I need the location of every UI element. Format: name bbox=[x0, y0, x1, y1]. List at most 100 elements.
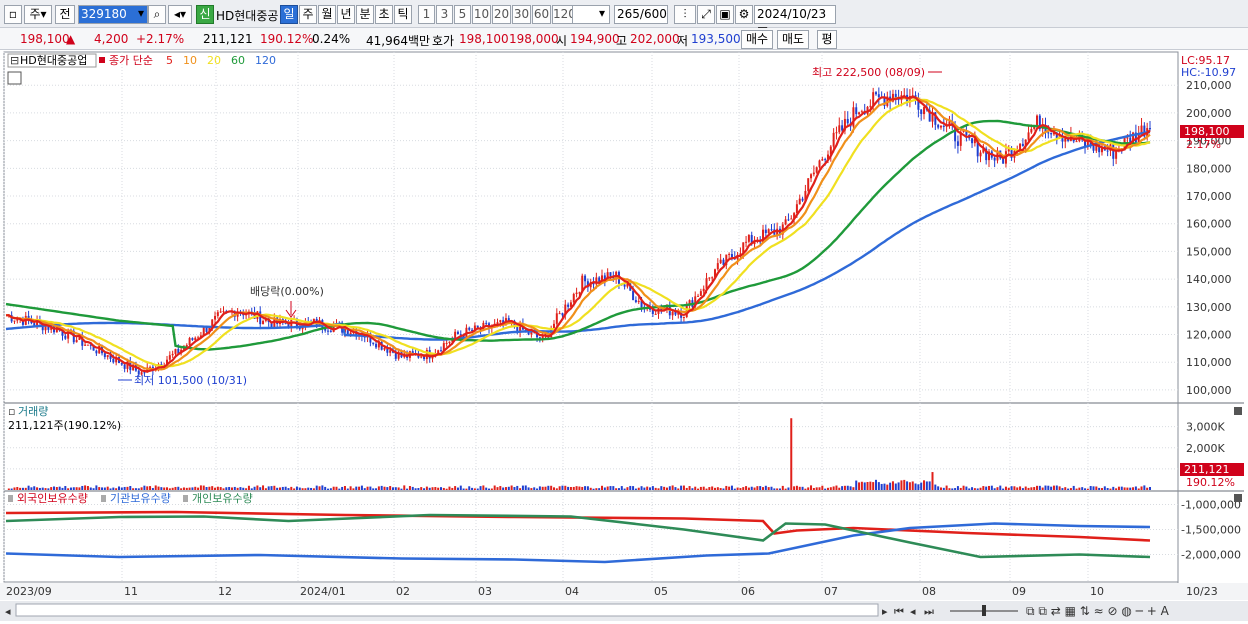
candle-body bbox=[1092, 146, 1095, 151]
candle-body bbox=[699, 291, 702, 296]
volume-bar bbox=[13, 487, 16, 490]
interval-button-20[interactable]: 20 bbox=[492, 5, 511, 24]
count-total: /600 bbox=[639, 7, 667, 21]
interval-button-1[interactable]: 1 bbox=[418, 5, 435, 24]
volume-bar bbox=[89, 487, 92, 490]
volume-bar bbox=[688, 486, 691, 490]
buy-button[interactable]: 매수 bbox=[741, 30, 773, 49]
candle-body bbox=[188, 338, 191, 346]
speaker-icon[interactable]: ◂▾ bbox=[168, 5, 192, 24]
interval-button-120[interactable]: 120 bbox=[552, 5, 576, 24]
volume-bar bbox=[634, 488, 637, 490]
holding-legend-0: 외국인보유수량 bbox=[17, 492, 88, 505]
period-button-6[interactable]: 틱 bbox=[394, 5, 412, 24]
period-button-5[interactable]: 초 bbox=[375, 5, 393, 24]
volume-bar bbox=[702, 486, 705, 490]
save-icon[interactable]: ▣ bbox=[716, 5, 734, 24]
period-button-4[interactable]: 분 bbox=[356, 5, 374, 24]
sell-button[interactable]: 매도 bbox=[777, 30, 809, 49]
volume-bar bbox=[81, 485, 84, 490]
candle-body bbox=[1030, 128, 1033, 133]
eval-button[interactable]: 평 bbox=[817, 30, 837, 49]
volume-bar bbox=[877, 482, 880, 490]
settings-icon[interactable]: ⚙ bbox=[735, 5, 753, 24]
volume-bar bbox=[979, 487, 982, 490]
volume-bar bbox=[197, 487, 200, 490]
volume-bar bbox=[1106, 488, 1109, 490]
stock-chart[interactable]: 210,000200,000190,000180,000170,000160,0… bbox=[0, 51, 1248, 621]
volume-bar bbox=[423, 488, 426, 490]
volume-bar bbox=[764, 485, 767, 490]
volume-bar bbox=[1134, 486, 1137, 490]
high-value: 202,000 bbox=[630, 32, 680, 46]
volume-bar bbox=[982, 486, 985, 490]
window-icon[interactable]: ▫ bbox=[4, 5, 22, 24]
candle-body bbox=[575, 292, 578, 294]
volume-bar bbox=[456, 487, 459, 490]
period-button-2[interactable]: 월 bbox=[318, 5, 336, 24]
volume-bar bbox=[120, 487, 123, 490]
volume-bar bbox=[95, 485, 98, 490]
period-button-0[interactable]: 일 bbox=[280, 5, 298, 24]
volume-bar bbox=[318, 486, 321, 490]
volume-bar bbox=[747, 487, 750, 490]
interval-button-5[interactable]: 5 bbox=[454, 5, 471, 24]
volume-bar bbox=[278, 487, 281, 490]
volume-bar bbox=[414, 488, 417, 490]
scroll-prev-icon: ◂ bbox=[910, 605, 916, 618]
candle-body bbox=[637, 300, 640, 303]
volume-bar bbox=[745, 486, 748, 490]
volume-bar bbox=[123, 486, 126, 490]
volume-bar bbox=[307, 487, 310, 490]
volume-bar bbox=[886, 484, 889, 490]
tool-icon[interactable]: ⤢ bbox=[697, 5, 715, 24]
volume-bar bbox=[202, 485, 205, 490]
x-axis-label-3: 2024/01 bbox=[300, 585, 346, 598]
volume-bar bbox=[595, 488, 598, 490]
change-pct: +2.17% bbox=[136, 32, 185, 46]
volume-bar bbox=[132, 488, 135, 490]
volume-bar bbox=[894, 483, 897, 490]
volume-bar bbox=[72, 487, 75, 490]
interval-button-3[interactable]: 3 bbox=[436, 5, 453, 24]
volume-bar bbox=[30, 487, 33, 490]
candle-body bbox=[191, 338, 194, 341]
volume-bar bbox=[934, 484, 937, 490]
interval-button-10[interactable]: 10 bbox=[472, 5, 491, 24]
volume-bar bbox=[524, 485, 527, 490]
volume-bar bbox=[346, 488, 349, 490]
interval-button-60[interactable]: 60 bbox=[532, 5, 551, 24]
candle-body bbox=[171, 353, 174, 356]
date-input[interactable]: 2024/10/23 ▦ bbox=[754, 5, 836, 38]
volume-bar bbox=[24, 487, 27, 490]
volume-bar bbox=[411, 486, 414, 490]
volume-bar bbox=[1024, 486, 1027, 490]
volume-bar bbox=[397, 487, 400, 490]
period-button-3[interactable]: 년 bbox=[337, 5, 355, 24]
period-button-1[interactable]: 주 bbox=[299, 5, 317, 24]
market-select[interactable]: 주▾ bbox=[24, 5, 52, 24]
candle-type-icon[interactable]: ⫶ bbox=[674, 5, 696, 24]
candle-body bbox=[869, 105, 872, 107]
volume-bar bbox=[216, 486, 219, 490]
volume-bar bbox=[451, 487, 454, 490]
chart-tools-icons: ⧉ ⧉ ⇄ ▦ ⇅ ≈ ⊘ ◍ ─ + A bbox=[1026, 604, 1170, 618]
search-icon[interactable]: ⌕ bbox=[148, 5, 166, 24]
high-label: 고 bbox=[616, 34, 628, 48]
count-input[interactable]: 265/600 bbox=[614, 5, 668, 24]
prev-button[interactable]: 전 bbox=[55, 5, 75, 24]
x-axis-label-11: 09 bbox=[1012, 585, 1026, 598]
candle-body bbox=[572, 293, 575, 303]
volume-bar bbox=[781, 485, 784, 490]
new-signal-button[interactable]: 신 bbox=[196, 5, 214, 24]
code-dropdown-icon[interactable]: ▾ bbox=[134, 5, 148, 24]
interval-dropdown-icon[interactable]: ▾ bbox=[595, 5, 609, 24]
candle-body bbox=[979, 152, 982, 157]
interval-button-30[interactable]: 30 bbox=[512, 5, 531, 24]
candle-body bbox=[468, 327, 471, 330]
volume-bar bbox=[1089, 486, 1092, 490]
volume-panel-title: 거래량 bbox=[18, 405, 48, 418]
volume-bar bbox=[454, 486, 457, 490]
volume-bar bbox=[917, 484, 920, 490]
volume-bar bbox=[660, 486, 663, 490]
